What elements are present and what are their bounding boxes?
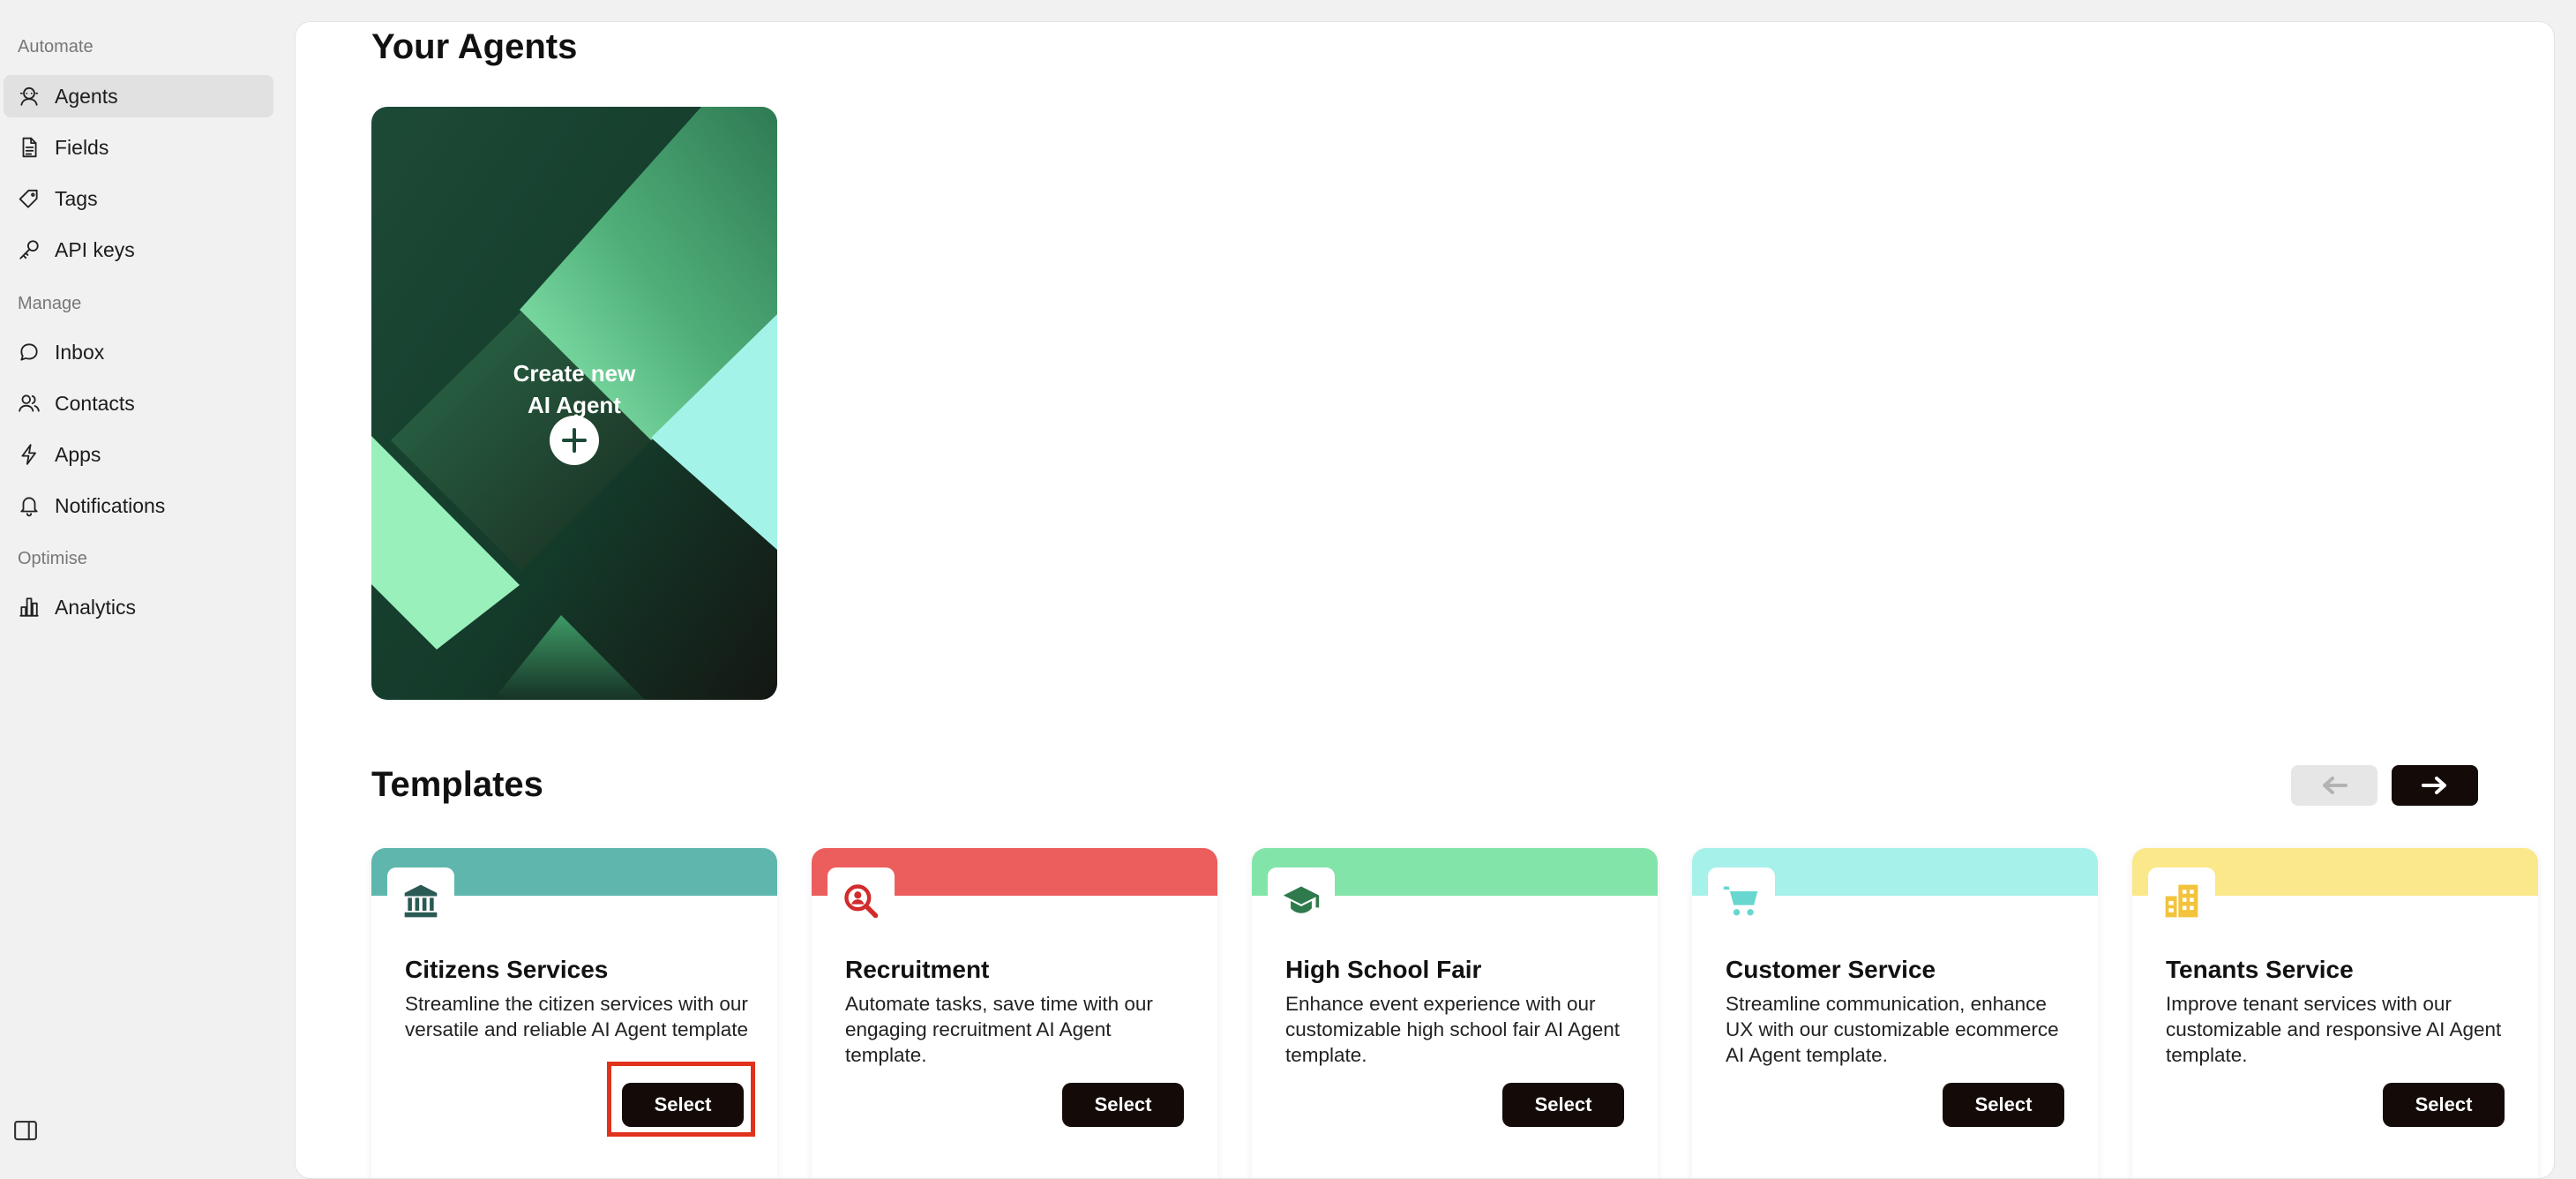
template-icon-box bbox=[2148, 867, 2215, 935]
sidebar-item-label: Contacts bbox=[55, 391, 135, 415]
create-agent-card[interactable]: Create new AI Agent bbox=[371, 107, 777, 700]
bar-chart-icon bbox=[16, 594, 42, 620]
sidebar-item-tags[interactable]: Tags bbox=[4, 177, 273, 220]
template-title: Recruitment bbox=[845, 956, 990, 983]
templates-title: Templates bbox=[371, 765, 543, 804]
sidebar-item-label: Fields bbox=[55, 135, 109, 159]
template-icon-box bbox=[1268, 867, 1335, 935]
plus-icon bbox=[562, 428, 587, 453]
template-description: Enhance event experience with our custom… bbox=[1285, 993, 1620, 1066]
sidebar-item-label: Agents bbox=[55, 84, 118, 108]
sidebar-item-apps[interactable]: Apps bbox=[4, 433, 273, 476]
template-icon-box bbox=[827, 867, 895, 935]
sidebar-item-analytics[interactable]: Analytics bbox=[4, 586, 273, 628]
create-agent-label-line1: Create new bbox=[513, 360, 636, 387]
template-description: Streamline the citizen services with our… bbox=[405, 993, 748, 1040]
section-label-manage: Manage bbox=[18, 294, 82, 313]
template-card-tenants-service: Tenants Service Improve tenant services … bbox=[2132, 848, 2538, 1178]
template-card-recruitment: Recruitment Automate tasks, save time wi… bbox=[812, 848, 1217, 1178]
main-panel: Your Agents Create new AI Agent Template… bbox=[295, 21, 2555, 1179]
sidebar-item-label: API keys bbox=[55, 237, 135, 261]
template-title: Customer Service bbox=[1726, 956, 1936, 983]
template-card-customer-service: Customer Service Streamline communicatio… bbox=[1692, 848, 2098, 1178]
template-title: Citizens Services bbox=[405, 956, 609, 983]
create-agent-plus-button[interactable] bbox=[550, 416, 599, 465]
sidebar-toggle-icon[interactable] bbox=[12, 1117, 39, 1144]
select-button-highlight bbox=[607, 1062, 755, 1137]
sidebar-item-api-keys[interactable]: API keys bbox=[4, 229, 273, 271]
bank-icon bbox=[404, 884, 438, 918]
select-button[interactable]: Select bbox=[1502, 1083, 1624, 1127]
bell-icon bbox=[16, 492, 42, 519]
template-description: Improve tenant services with our customi… bbox=[2166, 993, 2502, 1066]
sidebar-item-label: Notifications bbox=[55, 493, 166, 517]
template-icon-box bbox=[387, 867, 454, 935]
template-title: Tenants Service bbox=[2166, 956, 2354, 983]
magnifier-person-icon bbox=[844, 884, 879, 919]
sidebar-item-inbox[interactable]: Inbox bbox=[4, 331, 273, 373]
section-label-automate: Automate bbox=[18, 37, 94, 56]
section-label-optimise: Optimise bbox=[18, 549, 87, 568]
key-icon bbox=[16, 237, 42, 263]
chat-bubble-icon bbox=[16, 339, 42, 365]
create-agent-label: Create new AI Agent bbox=[371, 357, 777, 421]
template-title: High School Fair bbox=[1285, 956, 1482, 983]
sidebar-item-fields[interactable]: Fields bbox=[4, 126, 273, 169]
sidebar-item-label: Analytics bbox=[55, 595, 137, 619]
robot-icon bbox=[16, 83, 42, 109]
buildings-icon bbox=[2165, 884, 2198, 918]
graduation-cap-icon bbox=[1283, 886, 1320, 913]
sidebar-item-notifications[interactable]: Notifications bbox=[4, 484, 273, 527]
tag-icon bbox=[16, 185, 42, 212]
sidebar-item-label: Tags bbox=[55, 186, 98, 210]
template-card-high-school-fair: High School Fair Enhance event experienc… bbox=[1252, 848, 1658, 1178]
lightning-icon bbox=[16, 441, 42, 468]
sidebar-item-contacts[interactable]: Contacts bbox=[4, 382, 273, 424]
carousel-next-button[interactable] bbox=[2392, 765, 2478, 806]
shopping-cart-icon bbox=[1723, 886, 1758, 916]
template-icon-box bbox=[1708, 867, 1775, 935]
sidebar-item-label: Inbox bbox=[55, 340, 105, 364]
select-button[interactable]: Select bbox=[1062, 1083, 1184, 1127]
select-button[interactable]: Select bbox=[2383, 1083, 2505, 1127]
sidebar: Automate Agents Fields Tags API keys Man… bbox=[0, 0, 295, 1160]
document-icon bbox=[16, 134, 42, 161]
template-description: Streamline communication, enhance UX wit… bbox=[1726, 993, 2059, 1066]
template-description: Automate tasks, save time with our engag… bbox=[845, 993, 1153, 1066]
users-icon bbox=[16, 390, 42, 417]
agents-title: Your Agents bbox=[371, 27, 578, 66]
sidebar-item-agents[interactable]: Agents bbox=[4, 75, 273, 117]
carousel-prev-button[interactable] bbox=[2291, 765, 2378, 806]
arrow-right-icon bbox=[2422, 777, 2446, 794]
sidebar-item-label: Apps bbox=[55, 442, 101, 466]
arrow-left-icon bbox=[2323, 777, 2348, 794]
select-button[interactable]: Select bbox=[1943, 1083, 2064, 1127]
